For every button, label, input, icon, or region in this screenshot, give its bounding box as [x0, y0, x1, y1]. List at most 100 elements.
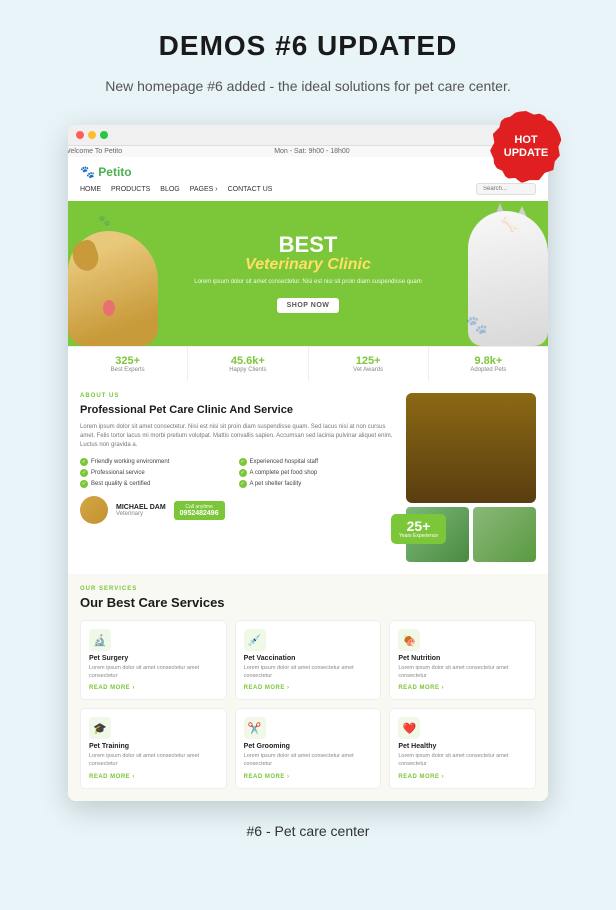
person-name: MICHAEL DAM [116, 504, 166, 511]
about-title: Professional Pet Care Clinic And Service [80, 403, 394, 417]
site-nav[interactable]: HOME PRODUCTS BLOG PAGES › CONTACT US [80, 183, 536, 195]
phone-label: Call anytime [180, 504, 219, 510]
services-section: OUR SERVICES Our Best Care Services 🔬 Pe… [68, 574, 548, 801]
about-list-text: A pet shelter facility [250, 481, 302, 487]
about-main-image [406, 393, 536, 503]
stat-awards-label: Vet Awards [315, 367, 422, 373]
service-training-icon: 🎓 [89, 717, 111, 739]
hero-lorem: Lorem ipsum dolor sit amet consectetur. … [194, 278, 421, 286]
about-list-item: ✓ Professional service [80, 469, 236, 477]
browser-dot-yellow [88, 131, 96, 139]
service-card-vaccination: 💉 Pet Vaccination Lorem ipsum dolor sit … [235, 620, 382, 700]
stat-pets-label: Adopted Pets [435, 367, 542, 373]
service-nutrition-readmore[interactable]: READ MORE › [398, 685, 527, 691]
services-grid: 🔬 Pet Surgery Lorem ipsum dolor sit amet… [80, 620, 536, 789]
about-list-item: ✓ Experienced hospital staff [239, 458, 395, 466]
service-nutrition-icon: 🍖 [398, 629, 420, 651]
about-left: ABOUT US Professional Pet Care Clinic An… [80, 393, 394, 562]
hero-content: BEST Veterinary Clinic Lorem ipsum dolor… [194, 234, 421, 313]
about-lady-image [406, 393, 536, 503]
hero-shop-button[interactable]: SHOP NOW [277, 298, 340, 313]
service-surgery-name: Pet Surgery [89, 655, 218, 662]
service-card-surgery: 🔬 Pet Surgery Lorem ipsum dolor sit amet… [80, 620, 227, 700]
experience-number: 25+ [399, 519, 438, 533]
browser-dot-red [76, 131, 84, 139]
nav-home[interactable]: HOME [80, 186, 101, 193]
search-input[interactable] [476, 183, 536, 195]
stat-experts: 325+ Best Experts [68, 347, 188, 381]
service-nutrition-name: Pet Nutrition [398, 655, 527, 662]
page-title: DEMOS #6 UPDATED [159, 30, 458, 62]
person-phone-box: Call anytime 0952482496 [174, 501, 225, 520]
hero-section: 🐾 🐾 🦴 BEST Veterinary Clinic Lorem ipsum… [68, 201, 548, 346]
stat-awards-number: 125+ [315, 355, 422, 367]
about-list-item: ✓ A pet shelter facility [239, 480, 395, 488]
service-vaccination-icon: 💉 [244, 629, 266, 651]
about-list-text: Experienced hospital staff [250, 459, 319, 465]
stat-pets-number: 9.8k+ [435, 355, 542, 367]
service-healthy-readmore[interactable]: READ MORE › [398, 774, 527, 780]
hero-bone: 🦴 [501, 216, 518, 233]
badge-text: HOTUPDATE [504, 134, 548, 160]
person-role: Veterinary [116, 511, 166, 517]
site-logo: 🐾 Petito [80, 165, 536, 179]
hero-best: BEST [194, 234, 421, 256]
about-right: 25+ Years Experience [406, 393, 536, 562]
demo-container: HOTUPDATE Welcome To Petito Mon - Sat: 9… [68, 125, 548, 801]
phone-number: 0952482496 [180, 510, 219, 517]
footer-caption: #6 - Pet care center [247, 823, 370, 839]
stat-clients-label: Happy Clients [194, 367, 301, 373]
page-subtitle: New homepage #6 added - the ideal soluti… [105, 76, 510, 97]
experience-text: Years Experience [399, 533, 438, 539]
service-surgery-readmore[interactable]: READ MORE › [89, 685, 218, 691]
check-icon: ✓ [80, 469, 88, 477]
hero-dog [68, 226, 158, 346]
nav-contact[interactable]: CONTACT US [228, 186, 273, 193]
site-topbar: Welcome To Petito Mon - Sat: 9h00 - 18h0… [68, 146, 548, 157]
check-icon: ✓ [80, 480, 88, 488]
service-grooming-name: Pet Grooming [244, 743, 373, 750]
hero-paw-large: 🐾 [466, 315, 488, 336]
experience-badge: 25+ Years Experience [391, 514, 446, 544]
service-healthy-desc: Lorem ipsum dolor sit amet consectetur a… [398, 753, 527, 768]
about-list-text: A complete pet food shop [250, 470, 318, 476]
site-header: 🐾 Petito HOME PRODUCTS BLOG PAGES › CONT… [68, 161, 548, 201]
nav-pages[interactable]: PAGES › [190, 186, 218, 193]
stat-experts-label: Best Experts [74, 367, 181, 373]
nav-products[interactable]: PRODUCTS [111, 186, 150, 193]
about-section: ABOUT US Professional Pet Care Clinic An… [68, 381, 548, 574]
service-training-name: Pet Training [89, 743, 218, 750]
service-grooming-readmore[interactable]: READ MORE › [244, 774, 373, 780]
about-list-text: Professional service [91, 470, 145, 476]
service-card-training: 🎓 Pet Training Lorem ipsum dolor sit ame… [80, 708, 227, 788]
about-tag: ABOUT US [80, 393, 394, 399]
browser-window: Welcome To Petito Mon - Sat: 9h00 - 18h0… [68, 125, 548, 801]
about-person: MICHAEL DAM Veterinary Call anytime 0952… [80, 496, 394, 524]
service-card-grooming: ✂️ Pet Grooming Lorem ipsum dolor sit am… [235, 708, 382, 788]
hero-tagline: Veterinary Clinic [194, 256, 421, 274]
about-list-item: ✓ Friendly working environment [80, 458, 236, 466]
about-text: Lorem ipsum dolor sit amet consectetur. … [80, 423, 394, 450]
nav-blog[interactable]: BLOG [160, 186, 179, 193]
service-vaccination-desc: Lorem ipsum dolor sit amet consectetur a… [244, 665, 373, 680]
stat-clients: 45.6k+ Happy Clients [188, 347, 308, 381]
service-healthy-icon: ❤️ [398, 717, 420, 739]
service-surgery-desc: Lorem ipsum dolor sit amet consectetur a… [89, 665, 218, 680]
service-grooming-desc: Lorem ipsum dolor sit amet consectetur a… [244, 753, 373, 768]
about-list-item: ✓ Best quality & certified [80, 480, 236, 488]
service-card-healthy: ❤️ Pet Healthy Lorem ipsum dolor sit ame… [389, 708, 536, 788]
service-vaccination-readmore[interactable]: READ MORE › [244, 685, 373, 691]
check-icon: ✓ [239, 480, 247, 488]
stats-row: 325+ Best Experts 45.6k+ Happy Clients 1… [68, 346, 548, 381]
hero-paw-small: 🐾 [98, 216, 110, 227]
service-training-readmore[interactable]: READ MORE › [89, 774, 218, 780]
dog-tongue [103, 300, 115, 316]
services-title: Our Best Care Services [80, 595, 536, 610]
topbar-left: Welcome To Petito [68, 148, 122, 155]
stat-clients-number: 45.6k+ [194, 355, 301, 367]
check-icon: ✓ [239, 469, 247, 477]
about-small-image-2 [473, 507, 536, 562]
about-list: ✓ Friendly working environment ✓ Experie… [80, 458, 394, 488]
about-list-text: Friendly working environment [91, 459, 169, 465]
check-icon: ✓ [239, 458, 247, 466]
